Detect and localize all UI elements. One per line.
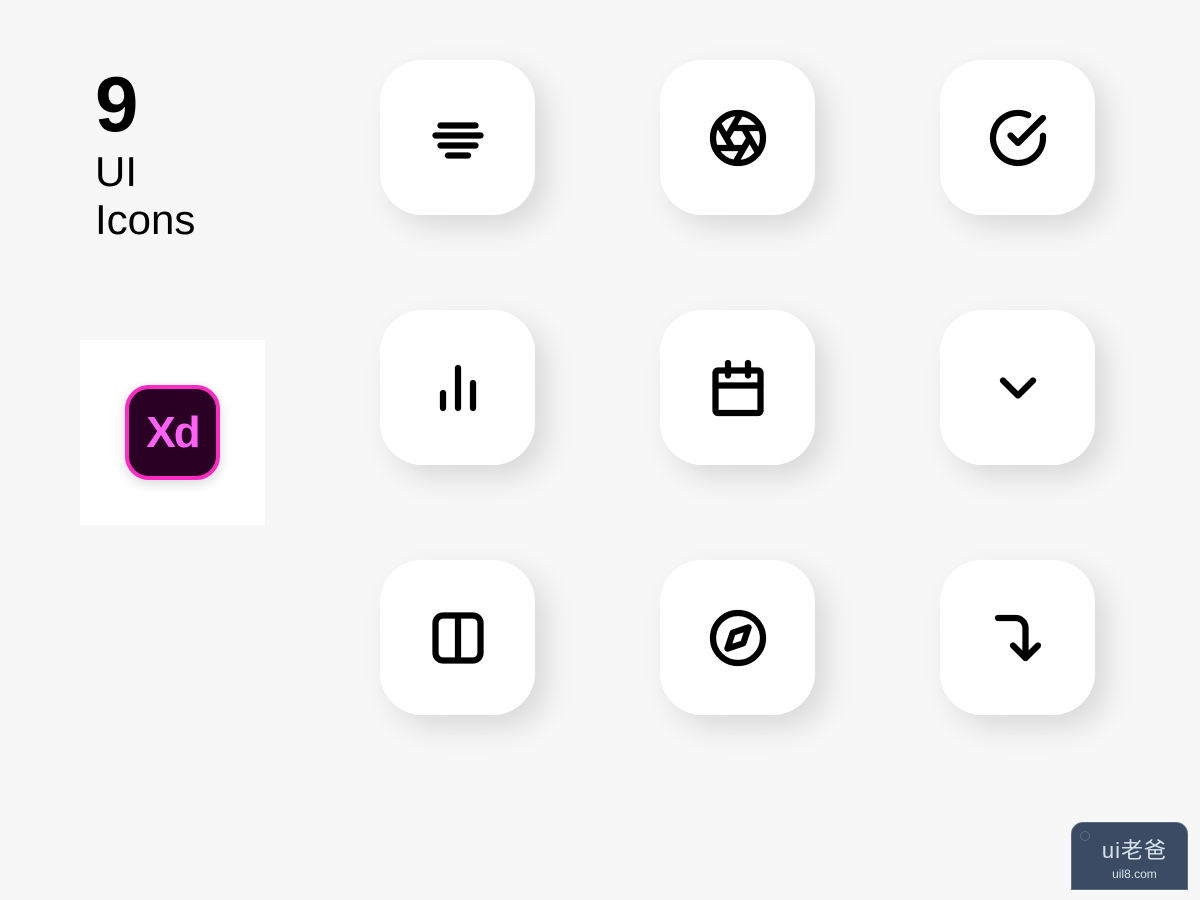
icon-tile-aperture <box>660 60 815 215</box>
icon-tile-chevron-down <box>940 310 1095 465</box>
icon-tile-columns <box>380 560 535 715</box>
adobe-xd-icon: Xd <box>125 385 220 480</box>
icon-tile-compass <box>660 560 815 715</box>
chevron-down-icon <box>988 358 1048 418</box>
calendar-icon <box>708 358 768 418</box>
check-circle-icon <box>988 108 1048 168</box>
icon-tile-bar-chart <box>380 310 535 465</box>
watermark-brand: ui老爸 <box>1102 833 1167 865</box>
icon-count: 9 <box>95 65 295 143</box>
columns-icon <box>428 608 488 668</box>
corner-right-down-icon <box>988 608 1048 668</box>
icon-grid <box>380 60 1095 715</box>
watermark-badge: ui老爸 uil8.com <box>1071 822 1188 890</box>
title-line-2: Icons <box>95 196 295 244</box>
icon-tile-corner-right-down <box>940 560 1095 715</box>
title-block: 9 UI Icons <box>95 65 295 245</box>
aperture-icon <box>708 108 768 168</box>
compass-icon <box>708 608 768 668</box>
xd-label: Xd <box>146 408 198 458</box>
bar-chart-icon <box>428 358 488 418</box>
icon-tile-check-circle <box>940 60 1095 215</box>
center-align-icon <box>428 108 488 168</box>
title-line-1: UI <box>95 148 295 196</box>
watermark-url: uil8.com <box>1102 867 1167 881</box>
icon-tile-calendar <box>660 310 815 465</box>
icon-tile-center-align <box>380 60 535 215</box>
app-badge-card: Xd <box>80 340 265 525</box>
